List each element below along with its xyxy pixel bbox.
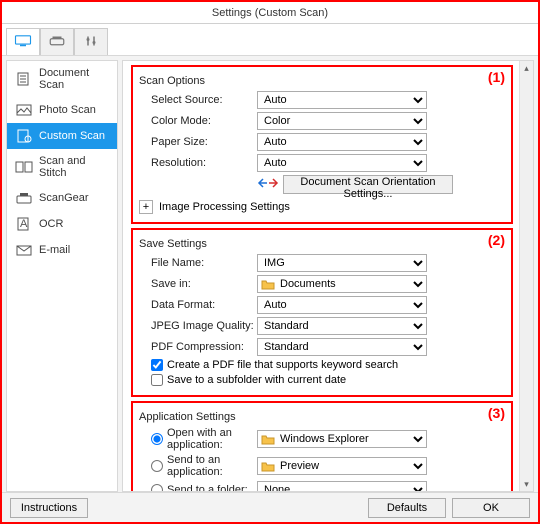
- save-in-label: Save in:: [139, 278, 257, 290]
- color-mode-combo[interactable]: Color: [257, 112, 427, 130]
- sidebar: Document Scan Photo Scan Custom Scan Sca…: [6, 60, 118, 492]
- stitch-icon: [15, 160, 33, 174]
- sidebar-item-ocr[interactable]: A OCR: [7, 211, 117, 237]
- send-folder-combo[interactable]: None: [257, 481, 427, 491]
- footer-bar: Instructions Defaults OK: [2, 492, 538, 522]
- send-folder-radio[interactable]: [151, 484, 163, 491]
- sidebar-item-photo-scan[interactable]: Photo Scan: [7, 97, 117, 123]
- orientation-settings-button[interactable]: Document Scan Orientation Settings...: [283, 175, 453, 194]
- annotation-1: (1): [488, 69, 505, 85]
- section-save-settings-frame: (2) Save Settings File Name: IMG Save in…: [131, 228, 513, 397]
- duplex-arrows-icon: [257, 177, 279, 192]
- pdf-compression-label: PDF Compression:: [139, 341, 257, 353]
- custom-icon: [15, 129, 33, 143]
- file-name-combo[interactable]: IMG: [257, 254, 427, 272]
- defaults-button[interactable]: Defaults: [368, 498, 446, 518]
- create-pdf-search-label: Create a PDF file that supports keyword …: [167, 359, 398, 371]
- save-in-combo[interactable]: Documents: [257, 275, 427, 293]
- send-folder-label: Send to a folder:: [167, 484, 248, 491]
- paper-size-label: Paper Size:: [139, 136, 257, 148]
- titlebar: Settings (Custom Scan): [2, 2, 538, 24]
- section-title-scan-options: Scan Options: [139, 75, 505, 87]
- open-app-radio[interactable]: [151, 433, 163, 445]
- select-source-combo[interactable]: Auto: [257, 91, 427, 109]
- section-title-save-settings: Save Settings: [139, 238, 505, 250]
- scroll-up-arrow-icon[interactable]: ▴: [520, 61, 533, 75]
- send-app-radio[interactable]: [151, 460, 163, 472]
- monitor-icon: [14, 34, 32, 51]
- main-area: Document Scan Photo Scan Custom Scan Sca…: [2, 56, 538, 492]
- data-format-combo[interactable]: Auto: [257, 296, 427, 314]
- sidebar-item-label: Document Scan: [39, 67, 109, 91]
- select-source-label: Select Source:: [139, 94, 257, 106]
- send-app-label: Send to an application:: [167, 454, 257, 478]
- jpeg-quality-combo[interactable]: Standard: [257, 317, 427, 335]
- save-subfolder-checkbox[interactable]: [151, 374, 163, 386]
- send-app-combo[interactable]: Preview: [257, 457, 427, 475]
- sidebar-item-document-scan[interactable]: Document Scan: [7, 61, 117, 97]
- ok-button[interactable]: OK: [452, 498, 530, 518]
- section-title-app-settings: Application Settings: [139, 411, 505, 423]
- svg-text:A: A: [20, 218, 28, 230]
- save-subfolder-label: Save to a subfolder with current date: [167, 374, 346, 386]
- scanner-icon: [48, 34, 66, 51]
- sidebar-item-label: Scan and Stitch: [39, 155, 109, 179]
- jpeg-quality-label: JPEG Image Quality:: [139, 320, 257, 332]
- window-title: Settings (Custom Scan): [212, 7, 328, 19]
- section-scan-options-frame: (1) Scan Options Select Source: Auto Col…: [131, 65, 513, 224]
- annotation-2: (2): [488, 232, 505, 248]
- vertical-scrollbar[interactable]: ▴ ▾: [519, 61, 533, 491]
- color-mode-label: Color Mode:: [139, 115, 257, 127]
- tab-from-scanner[interactable]: [40, 28, 74, 55]
- content-pane: (1) Scan Options Select Source: Auto Col…: [122, 60, 534, 492]
- paper-size-combo[interactable]: Auto: [257, 133, 427, 151]
- tab-from-computer[interactable]: [6, 28, 40, 55]
- pdf-compression-combo[interactable]: Standard: [257, 338, 427, 356]
- sidebar-item-label: Custom Scan: [39, 130, 105, 142]
- app-window: Settings (Custom Scan) Document Scan: [0, 0, 540, 524]
- scroll-down-arrow-icon[interactable]: ▾: [520, 477, 533, 491]
- sidebar-item-label: E-mail: [39, 244, 70, 256]
- expand-image-processing-button[interactable]: +: [139, 200, 153, 214]
- resolution-label: Resolution:: [139, 157, 257, 169]
- sidebar-item-email[interactable]: E-mail: [7, 237, 117, 263]
- top-tab-strip: [2, 24, 538, 56]
- section-app-settings-frame: (3) Application Settings Open with an ap…: [131, 401, 513, 491]
- sidebar-item-scangear[interactable]: ScanGear: [7, 185, 117, 211]
- instructions-button[interactable]: Instructions: [10, 498, 88, 518]
- sidebar-item-custom-scan[interactable]: Custom Scan: [7, 123, 117, 149]
- sidebar-item-label: OCR: [39, 218, 63, 230]
- scangear-icon: [15, 191, 33, 205]
- open-app-combo[interactable]: Windows Explorer: [257, 430, 427, 448]
- tab-tools[interactable]: [74, 28, 108, 55]
- sidebar-item-label: ScanGear: [39, 192, 89, 204]
- sidebar-item-scan-and-stitch[interactable]: Scan and Stitch: [7, 149, 117, 185]
- window-body: Document Scan Photo Scan Custom Scan Sca…: [2, 24, 538, 522]
- create-pdf-search-checkbox[interactable]: [151, 359, 163, 371]
- ocr-icon: A: [15, 217, 33, 231]
- data-format-label: Data Format:: [139, 299, 257, 311]
- file-name-label: File Name:: [139, 257, 257, 269]
- email-icon: [15, 243, 33, 257]
- photo-icon: [15, 103, 33, 117]
- resolution-combo[interactable]: Auto: [257, 154, 427, 172]
- document-icon: [15, 72, 33, 86]
- open-app-label: Open with an application:: [167, 427, 257, 451]
- sidebar-item-label: Photo Scan: [39, 104, 96, 116]
- image-processing-label: Image Processing Settings: [159, 201, 290, 213]
- annotation-3: (3): [488, 405, 505, 421]
- tools-icon: [82, 34, 100, 51]
